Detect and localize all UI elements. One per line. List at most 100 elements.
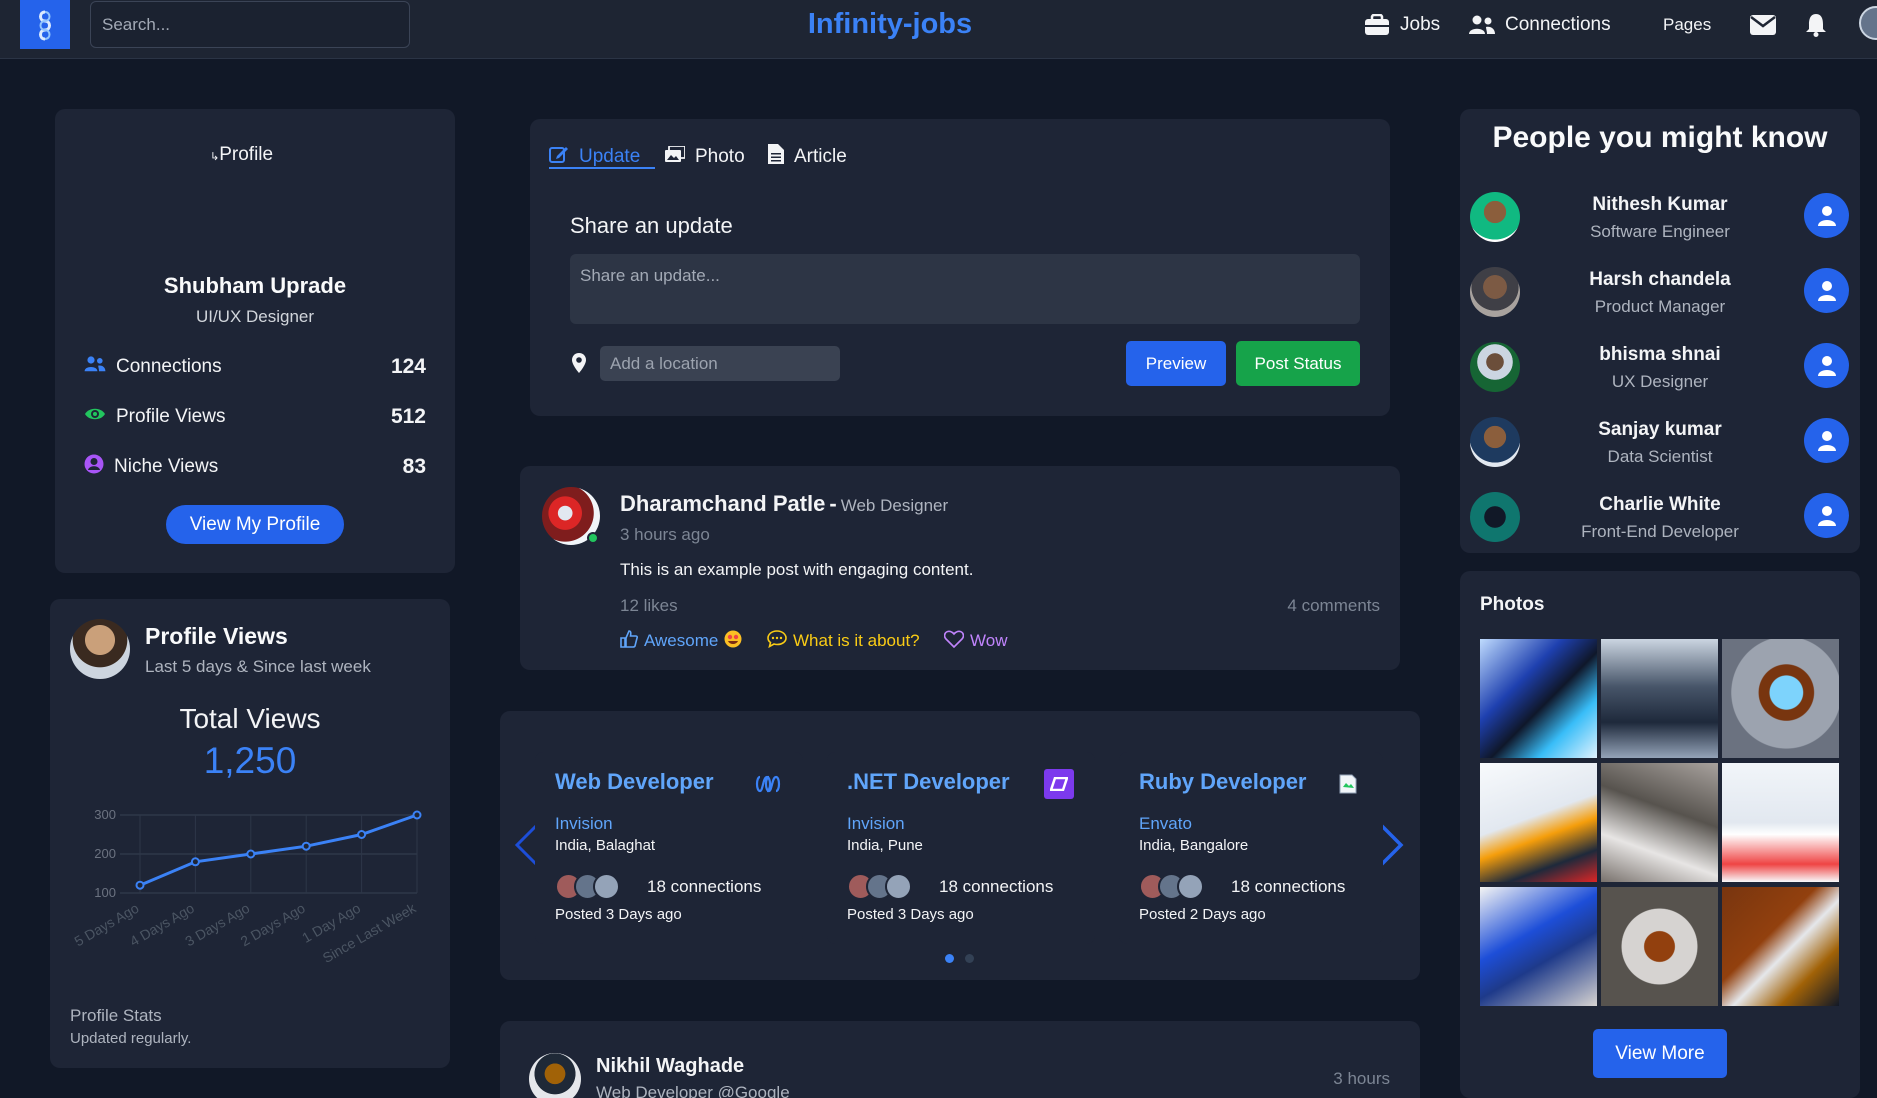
post-comments[interactable]: 4 comments [1250, 596, 1380, 616]
data-point [357, 830, 367, 839]
tab-article[interactable]: Article [768, 142, 847, 172]
carousel-dot[interactable] [965, 954, 974, 963]
brand-title[interactable]: Infinity-jobs [760, 8, 1020, 41]
photo-thumbnail[interactable] [1601, 763, 1718, 882]
job-title[interactable]: Web Developer [555, 769, 714, 795]
post-author-role: Web Designer [840, 496, 949, 515]
job-title[interactable]: Ruby Developer [1139, 769, 1307, 795]
nav-pages[interactable]: Pages [1663, 10, 1711, 40]
envelope-icon[interactable] [1750, 10, 1776, 40]
photo-thumbnail[interactable] [1601, 639, 1718, 758]
avatar[interactable] [1470, 417, 1520, 467]
post-author-name[interactable]: Nikhil Waghade [596, 1055, 744, 1078]
avatar[interactable] [1470, 492, 1520, 542]
react-question-label: What is it about? [793, 631, 920, 650]
profile-name: Shubham Uprade [163, 273, 347, 298]
react-awesome-button[interactable]: Awesome [620, 629, 742, 653]
stat-label: Profile Views [116, 406, 226, 427]
job-connections: 18 connections [1231, 877, 1346, 896]
react-wow-button[interactable]: Wow [943, 629, 1007, 653]
view-more-button[interactable]: View More [1593, 1029, 1727, 1078]
job-posted: Posted 3 Days ago [555, 906, 682, 923]
top-navbar: Infinity-jobs Jobs Connections Pages [0, 0, 1877, 59]
location-input[interactable] [600, 346, 840, 381]
eye-icon [84, 406, 106, 428]
stat-profile-views[interactable]: Profile Views 512 [84, 402, 426, 432]
avatar[interactable] [1470, 342, 1520, 392]
photo-thumbnail[interactable] [1480, 887, 1597, 1006]
logo-icon[interactable] [20, 0, 70, 49]
view-profile-button[interactable]: View My Profile [166, 505, 344, 544]
person-role: Front-End Developer [1581, 522, 1739, 541]
photo-thumbnail[interactable] [1480, 639, 1597, 758]
job-card[interactable]: Web Developer Invision India, Balaghat 1… [535, 752, 803, 944]
avatar[interactable] [1470, 267, 1520, 317]
search-input[interactable] [90, 1, 410, 48]
post-likes[interactable]: 12 likes [620, 596, 678, 616]
photo-thumbnail[interactable] [1601, 887, 1718, 1006]
y-tick-label: 100 [94, 885, 116, 900]
nav-jobs[interactable]: Jobs [1364, 10, 1440, 40]
stat-value: 83 [402, 455, 426, 478]
job-company[interactable]: Invision [555, 814, 613, 834]
share-update-textarea[interactable] [570, 254, 1360, 324]
avatar [593, 873, 620, 900]
job-card[interactable]: .NET Developer Invision India, Pune 18 c… [827, 752, 1095, 944]
stat-label: Connections [116, 356, 222, 377]
tab-photo[interactable]: Photo [665, 142, 745, 172]
person-role: Software Engineer [1590, 222, 1730, 241]
job-title[interactable]: .NET Developer [847, 769, 1010, 795]
add-friend-button[interactable] [1804, 193, 1849, 238]
job-connections: 18 connections [939, 877, 1054, 896]
stat-niche-views[interactable]: Niche Views 83 [84, 452, 426, 482]
post-status-button[interactable]: Post Status [1236, 341, 1360, 386]
x-tick-label: Since Last Week [320, 899, 420, 966]
add-friend-button[interactable] [1804, 493, 1849, 538]
stat-connections[interactable]: Connections 124 [84, 352, 426, 382]
profile-stats-subtitle: Updated regularly. [70, 1030, 192, 1047]
job-company[interactable]: Envato [1139, 814, 1192, 834]
job-location: India, Pune [847, 837, 923, 854]
job-card[interactable]: Ruby Developer Envato India, Bangalore 1… [1119, 752, 1383, 944]
avatar[interactable] [1859, 6, 1877, 40]
post-author[interactable]: Dharamchand Patle - Web Designer [620, 491, 948, 517]
person-name[interactable]: Harsh chandela [1540, 269, 1780, 291]
photo-thumbnail[interactable] [1722, 887, 1839, 1006]
person-name[interactable]: Sanjay kumar [1540, 419, 1780, 441]
bell-icon[interactable] [1805, 10, 1827, 40]
map-marker-icon [572, 353, 586, 378]
profile-views-title: Profile Views [145, 623, 288, 649]
stat-value: 512 [390, 405, 426, 428]
thumbs-up-icon [620, 629, 638, 653]
connection-avatars [847, 873, 912, 900]
person-role: UX Designer [1611, 372, 1709, 391]
people-card [1460, 109, 1860, 553]
add-friend-button[interactable] [1804, 343, 1849, 388]
data-point [135, 880, 145, 890]
data-point [412, 810, 422, 820]
nav-connections[interactable]: Connections [1469, 10, 1611, 40]
job-company[interactable]: Invision [847, 814, 905, 834]
post-author-role: Web Developer @Google [596, 1083, 790, 1098]
person-role: Product Manager [1594, 297, 1726, 316]
avatar[interactable] [1470, 192, 1520, 242]
person-name[interactable]: bhisma shnai [1540, 344, 1780, 366]
photo-thumbnail[interactable] [1480, 763, 1597, 882]
profile-views-chart: 3002001005 Days Ago4 Days Ago3 Days Ago2… [71, 807, 422, 966]
person-name[interactable]: Nithesh Kumar [1540, 194, 1780, 216]
add-friend-button[interactable] [1804, 418, 1849, 463]
post-author-name: Dharamchand Patle [620, 491, 826, 516]
profile-views-avatar [70, 619, 130, 679]
preview-button[interactable]: Preview [1126, 341, 1226, 386]
photo-thumbnail[interactable] [1722, 639, 1839, 758]
share-title: Share an update [570, 213, 733, 238]
photo-thumbnail[interactable] [1722, 763, 1839, 882]
react-question-button[interactable]: What is it about? [767, 629, 920, 653]
add-friend-button[interactable] [1804, 268, 1849, 313]
carousel-dot-active[interactable] [945, 954, 954, 963]
person-name[interactable]: Charlie White [1540, 494, 1780, 516]
nav-connections-label: Connections [1505, 14, 1611, 35]
post-time: 3 hours [1333, 1069, 1390, 1088]
post-author-avatar[interactable] [529, 1053, 581, 1098]
connection-avatars [555, 873, 620, 900]
